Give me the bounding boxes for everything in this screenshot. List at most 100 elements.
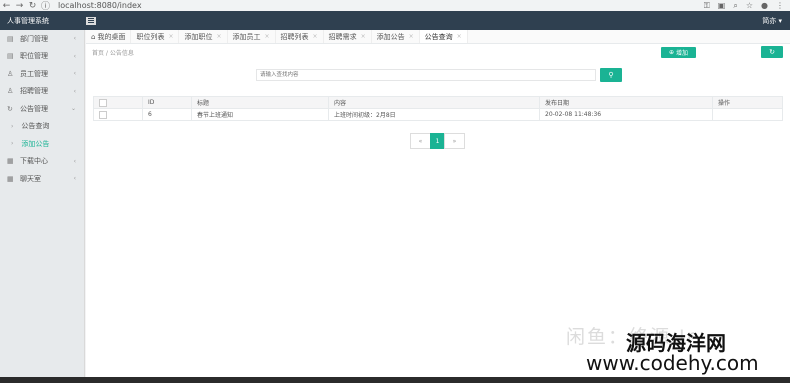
refresh-icon: ↻ bbox=[769, 48, 775, 56]
sidebar-subitem-label: 公告查询 bbox=[21, 122, 50, 131]
profile-icon[interactable]: ● bbox=[761, 1, 768, 11]
column-header[interactable]: 发布日期 bbox=[539, 96, 713, 109]
user-menu[interactable]: 简亦 ▾ bbox=[762, 16, 782, 26]
sidebar-item-label: 公告管理 bbox=[20, 104, 48, 113]
forward-icon[interactable]: → bbox=[13, 1, 26, 11]
column-header[interactable]: 内容 bbox=[328, 96, 540, 109]
tab-label: 招聘需求 bbox=[328, 32, 357, 41]
close-icon[interactable]: × bbox=[409, 33, 414, 40]
tab-notice-query[interactable]: 公告查询 × bbox=[419, 30, 468, 43]
sidebar-subitem-label: 添加公告 bbox=[21, 139, 50, 148]
key-icon[interactable]: ⚿ bbox=[704, 1, 710, 11]
zoom-icon[interactable]: ⌕ bbox=[733, 1, 737, 11]
sidebar-item-download[interactable]: ▦ 下载中心 ‹ bbox=[0, 153, 84, 171]
tab-recruit-needs[interactable]: 招聘需求 × bbox=[324, 30, 372, 43]
user-icon: ♙ bbox=[7, 69, 14, 78]
table-cell: 6 bbox=[142, 108, 192, 121]
close-icon[interactable]: × bbox=[265, 33, 270, 40]
row-select-cell[interactable] bbox=[93, 108, 143, 121]
close-icon[interactable]: × bbox=[216, 33, 221, 40]
sidebar-item-chat[interactable]: ▦ 聊天室 ‹ bbox=[0, 170, 84, 188]
close-icon[interactable]: × bbox=[457, 33, 462, 40]
table-cell: 上班时间初级：2月8日 bbox=[328, 108, 540, 121]
sidebar-item-label: 员工管理 bbox=[20, 69, 48, 78]
prev-page-button[interactable]: « bbox=[410, 133, 431, 149]
column-header[interactable]: 标题 bbox=[191, 96, 329, 109]
table-header-row: ID 标题 内容 发布日期 操作 bbox=[93, 96, 783, 109]
tab-add-notice[interactable]: 添加公告 × bbox=[372, 30, 420, 43]
refresh-button[interactable]: ↻ bbox=[761, 46, 783, 58]
tab-add-employee[interactable]: 添加员工 × bbox=[228, 30, 276, 43]
column-header[interactable]: ID bbox=[142, 96, 192, 109]
table-cell: 春节上班通知 bbox=[191, 108, 329, 121]
pagination: « 1 » bbox=[410, 133, 465, 149]
close-icon[interactable]: × bbox=[313, 33, 318, 40]
sidebar-item-position[interactable]: ▤ 职位管理 ‹ bbox=[0, 48, 84, 66]
tab-label: 招聘列表 bbox=[280, 32, 309, 41]
table-cell: 20-02-08 11:48:36 bbox=[539, 108, 713, 121]
chevron-left-icon: ‹ bbox=[73, 35, 76, 43]
chevron-left-icon: ‹ bbox=[73, 157, 76, 165]
tab-desktop[interactable]: ⌂ 我的桌面 bbox=[86, 30, 132, 43]
tab-bar: ⌂ 我的桌面 职位列表 × 添加职位 × 添加员工 × 招聘列表 × 招聘需求 × 添加公… bbox=[86, 30, 790, 44]
sidebar-subitem-notice-query[interactable]: › 公告查询 bbox=[0, 118, 84, 136]
sidebar-item-label: 聊天室 bbox=[20, 174, 41, 183]
grid-icon: ▦ bbox=[7, 157, 14, 166]
table-cell bbox=[712, 108, 783, 121]
address-bar[interactable]: localhost:8080/index bbox=[58, 1, 142, 10]
tab-position-list[interactable]: 职位列表 × bbox=[131, 30, 180, 43]
table-row[interactable]: 6 春节上班通知 上班时间初级：2月8日 20-02-08 11:48:36 bbox=[93, 108, 783, 121]
sidebar-item-label: 职位管理 bbox=[20, 52, 48, 61]
search-button[interactable]: ⚲ bbox=[600, 68, 622, 82]
tab-label: 职位列表 bbox=[136, 32, 165, 41]
chevron-left-icon: ‹ bbox=[73, 70, 76, 78]
chevron-right-icon: › bbox=[11, 140, 14, 148]
reload-icon[interactable]: ↻ bbox=[26, 1, 39, 11]
sidebar-item-dept[interactable]: ▤ 部门管理 ‹ bbox=[0, 30, 84, 48]
tab-label: 添加职位 bbox=[184, 32, 213, 41]
menu-icon[interactable]: ⋮ bbox=[776, 1, 784, 11]
search-icon: ⚲ bbox=[608, 71, 614, 79]
watermark-url: www.codehy.com bbox=[586, 351, 759, 375]
column-header: 操作 bbox=[712, 96, 783, 109]
tab-label: 添加公告 bbox=[376, 32, 405, 41]
sidebar-item-notice[interactable]: ↻ 公告管理 ⌄ bbox=[0, 100, 84, 118]
add-button[interactable]: ⊕ 增加 bbox=[661, 47, 696, 58]
chevron-down-icon: ⌄ bbox=[70, 105, 76, 113]
tab-recruit-list[interactable]: 招聘列表 × bbox=[276, 30, 324, 43]
folder-icon: ▤ bbox=[7, 52, 14, 61]
grid-icon: ▦ bbox=[7, 174, 14, 183]
page-button[interactable]: 1 bbox=[430, 133, 445, 149]
sidebar-item-label: 部门管理 bbox=[20, 34, 48, 43]
tab-add-position[interactable]: 添加职位 × bbox=[179, 30, 228, 43]
star-icon[interactable]: ☆ bbox=[746, 1, 753, 11]
sidebar-item-label: 招聘管理 bbox=[20, 87, 48, 96]
folder-icon: ▤ bbox=[7, 34, 14, 43]
breadcrumb: 首页 / 公告信息 bbox=[92, 50, 134, 57]
search-input[interactable] bbox=[256, 69, 596, 81]
tab-label: 添加员工 bbox=[232, 32, 261, 41]
close-icon[interactable]: × bbox=[168, 33, 173, 40]
sidebar-item-recruit[interactable]: ♙ 招聘管理 ‹ bbox=[0, 83, 84, 101]
sidebar-item-employee[interactable]: ♙ 员工管理 ‹ bbox=[0, 65, 84, 83]
translate-icon[interactable]: ▣ bbox=[718, 1, 726, 11]
row-checkbox[interactable] bbox=[99, 110, 107, 119]
add-button-label: 增加 bbox=[676, 50, 689, 57]
menu-toggle-icon[interactable] bbox=[86, 16, 96, 25]
select-all-checkbox[interactable] bbox=[99, 98, 107, 107]
close-icon[interactable]: × bbox=[361, 33, 366, 40]
chevron-left-icon: ‹ bbox=[73, 175, 76, 183]
home-icon: ⌂ bbox=[91, 32, 96, 41]
back-icon[interactable]: ← bbox=[0, 1, 13, 11]
tab-label: 我的桌面 bbox=[97, 32, 126, 41]
tab-label: 公告查询 bbox=[424, 32, 453, 41]
chevron-right-icon: › bbox=[11, 122, 14, 130]
next-page-button[interactable]: » bbox=[444, 133, 465, 149]
refresh-icon: ↻ bbox=[7, 104, 13, 113]
app-title: 人事管理系统 bbox=[7, 16, 49, 25]
sidebar-subitem-add-notice[interactable]: › 添加公告 bbox=[0, 135, 84, 153]
chevron-left-icon: ‹ bbox=[73, 87, 76, 95]
sidebar: ▤ 部门管理 ‹ ▤ 职位管理 ‹ ♙ 员工管理 ‹ ♙ 招聘管理 ‹ ↻ 公告… bbox=[0, 30, 85, 383]
select-all-cell[interactable] bbox=[93, 96, 143, 109]
chevron-left-icon: ‹ bbox=[73, 52, 76, 60]
